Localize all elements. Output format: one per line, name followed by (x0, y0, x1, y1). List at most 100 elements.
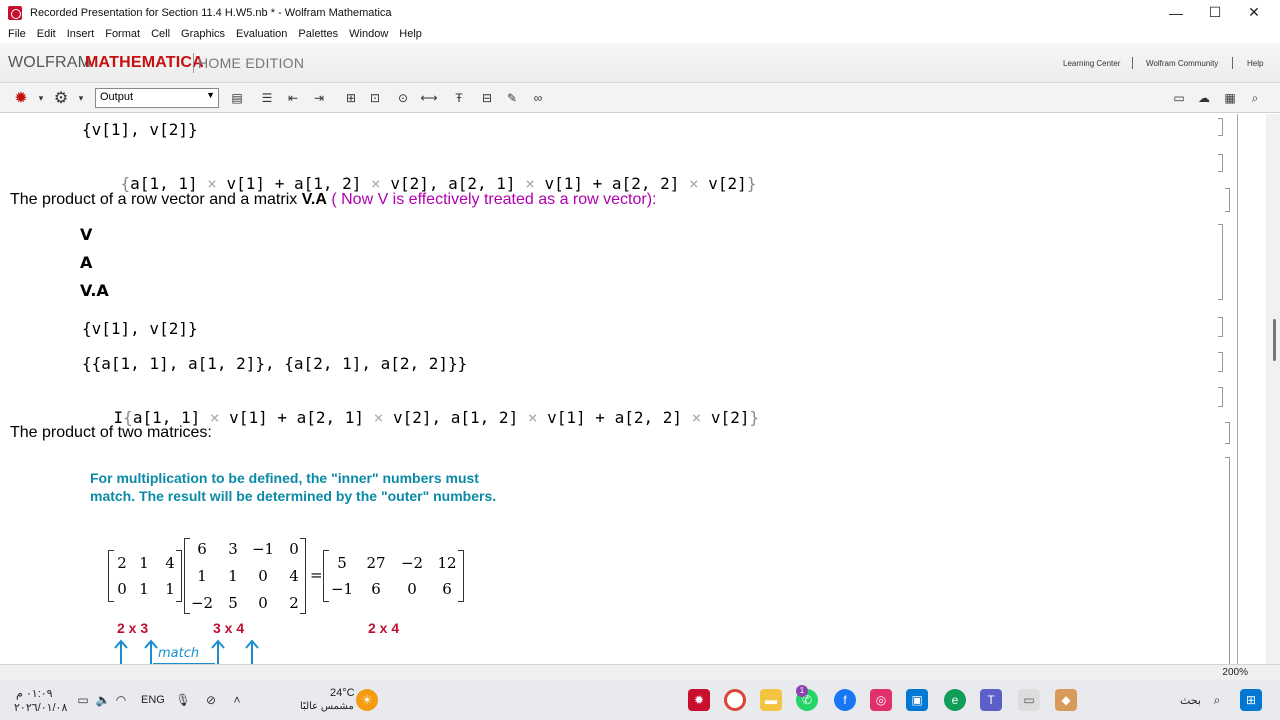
weather-temp[interactable]: 24°C (330, 687, 355, 699)
file-explorer-icon[interactable]: ▬ (760, 689, 782, 711)
battery-icon[interactable]: ▭ (72, 689, 94, 711)
help-link[interactable]: Help (1247, 59, 1263, 68)
chevron-up-icon[interactable]: ˄ (226, 689, 248, 711)
text-icon[interactable]: Ŧ (450, 89, 468, 107)
matrix-a-cell: 1 (139, 580, 149, 598)
merge-icon[interactable]: ⊡ (366, 89, 384, 107)
menu-bar: File Edit Insert Format Cell Graphics Ev… (0, 25, 1280, 43)
matrix-a-cell: 1 (139, 554, 149, 572)
search-icon[interactable]: ⌕ (1206, 689, 1228, 711)
zoom-level[interactable]: 200% (1222, 667, 1248, 678)
cell-style-select[interactable]: Output ▼ (95, 88, 219, 108)
menu-cell[interactable]: Cell (147, 28, 174, 40)
cell-bracket[interactable] (1218, 118, 1223, 136)
matrix-c-cell: 27 (366, 554, 386, 572)
cell-bracket[interactable] (1218, 387, 1223, 407)
edge-icon[interactable]: e (944, 689, 966, 711)
outdent-icon[interactable]: ⇥ (310, 89, 328, 107)
dimension-label-a: 2 x 3 (117, 620, 149, 636)
section-heading-row-vector: The product of a row vector and a matrix… (10, 191, 657, 208)
pen-icon[interactable]: ✎ (503, 89, 521, 107)
matrix-b-cell: 5 (228, 594, 238, 612)
title-bar: Recorded Presentation for Section 11.4 H… (0, 0, 1280, 25)
divide-icon[interactable]: ⊞ (342, 89, 360, 107)
vertical-scrollbar[interactable] (1266, 114, 1280, 664)
mathematica-taskbar-icon[interactable]: ✹ (688, 689, 710, 711)
menu-help[interactable]: Help (395, 28, 426, 40)
cell-bracket[interactable] (1225, 422, 1230, 444)
link-icon[interactable]: ∞ (529, 89, 547, 107)
matrix-b-cell: 1 (228, 567, 238, 585)
matrix-c-cell: 12 (437, 554, 457, 572)
align-icon[interactable]: ☰ (258, 89, 276, 107)
cell-bracket[interactable] (1225, 457, 1230, 664)
input-a[interactable]: A (80, 253, 92, 272)
clock-date[interactable]: ٢٠٢٦/٠١/٠٨ (14, 701, 67, 714)
multiplication-note: For multiplication to be defined, the "i… (90, 470, 497, 504)
learning-center-link[interactable]: Learning Center (1063, 59, 1120, 68)
menu-file[interactable]: File (4, 28, 30, 40)
close-button[interactable]: ✕ (1231, 0, 1277, 25)
dimension-label-c: 2 x 4 (368, 620, 400, 636)
search-label[interactable]: بحث (1180, 694, 1201, 707)
cell-bracket[interactable] (1218, 154, 1223, 172)
store-icon[interactable]: ▣ (906, 689, 928, 711)
notification-badge: 1 (796, 685, 808, 697)
search-icon[interactable]: ⌕ (1246, 89, 1264, 107)
cell-bracket[interactable] (1218, 317, 1223, 337)
scrollbar-thumb[interactable] (1273, 319, 1276, 361)
menu-format[interactable]: Format (101, 28, 144, 40)
weather-desc[interactable]: مشمس عالبًا (300, 701, 354, 712)
chrome-icon[interactable] (724, 689, 746, 711)
weather-sun-icon[interactable]: ☀ (356, 689, 378, 711)
cell-bracket[interactable] (1218, 224, 1223, 300)
image-icon[interactable]: ▦ (1221, 89, 1239, 107)
start-icon[interactable]: ⊞ (1240, 689, 1262, 711)
evaluate-icon[interactable]: ✹ (12, 89, 30, 107)
output-a-matrix: {{a[1, 1], a[1, 2]}, {a[2, 1], a[2, 2]}} (82, 354, 468, 373)
menu-graphics[interactable]: Graphics (177, 28, 229, 40)
cell-bracket[interactable] (1218, 352, 1223, 372)
matrix-c-cell: 0 (407, 580, 417, 598)
teams-icon[interactable]: T (980, 689, 1002, 711)
input-language[interactable]: ENG (141, 694, 165, 706)
microphone-icon[interactable]: 🎙 (172, 689, 194, 711)
clock-time[interactable]: ٠١:٠٩ م (16, 687, 53, 700)
task-view-icon[interactable]: ▭ (1018, 689, 1040, 711)
output-v-vector: {v[1], v[2]} (82, 120, 198, 139)
location-off-icon[interactable]: ⊘ (200, 689, 222, 711)
input-v[interactable]: V (80, 225, 92, 244)
windows-taskbar: ٠١:٠٩ م ٢٠٢٦/٠١/٠٨ ▭ 🔈 ◠ ENG 🎙 ⊘ ˄ 24°C … (0, 680, 1280, 720)
facebook-icon[interactable]: f (834, 689, 856, 711)
menu-window[interactable]: Window (345, 28, 392, 40)
mathematica-app-icon (8, 5, 22, 20)
cloud-upload-icon[interactable]: ☁ (1195, 89, 1213, 107)
widgets-icon[interactable]: ◆ (1055, 689, 1077, 711)
group-bracket[interactable] (1233, 114, 1238, 664)
cell-group-icon[interactable]: ▤ (228, 89, 246, 107)
menu-palettes[interactable]: Palettes (294, 28, 342, 40)
comment-icon[interactable]: ▭ (1170, 89, 1188, 107)
matrix-equation: 2 1 4 0 1 1 6 3 −1 0 1 1 0 4 −2 5 0 2 = … (108, 538, 488, 616)
matrix-b-cell: 3 (228, 540, 238, 558)
chevron-down-icon[interactable]: ▾ (72, 89, 90, 107)
link-arrow-icon[interactable]: ⟷ (418, 89, 440, 107)
menu-edit[interactable]: Edit (33, 28, 60, 40)
input-v-dot-a[interactable]: V.A (80, 281, 109, 300)
ellipsis-icon[interactable]: ⊙ (394, 89, 412, 107)
instagram-icon[interactable]: ◎ (870, 689, 892, 711)
brand-edition: HOME EDITION (198, 55, 305, 71)
notebook-content[interactable]: {v[1], v[2]} {a[1, 1] × v[1] + a[1, 2] ×… (0, 114, 1280, 664)
indent-icon[interactable]: ⇤ (284, 89, 302, 107)
table-icon[interactable]: ⊟ (478, 89, 496, 107)
matrix-b-cell: −2 (190, 594, 214, 612)
cell-bracket[interactable] (1225, 188, 1230, 212)
menu-insert[interactable]: Insert (63, 28, 99, 40)
wolfram-community-link[interactable]: Wolfram Community (1146, 59, 1218, 68)
chevron-down-icon[interactable]: ▾ (32, 89, 50, 107)
matrix-b-cell: −1 (251, 540, 275, 558)
matrix-b-cell: 1 (197, 567, 207, 585)
menu-evaluation[interactable]: Evaluation (232, 28, 291, 40)
wifi-icon[interactable]: ◠ (110, 689, 132, 711)
gear-icon[interactable]: ⚙ (52, 89, 70, 107)
